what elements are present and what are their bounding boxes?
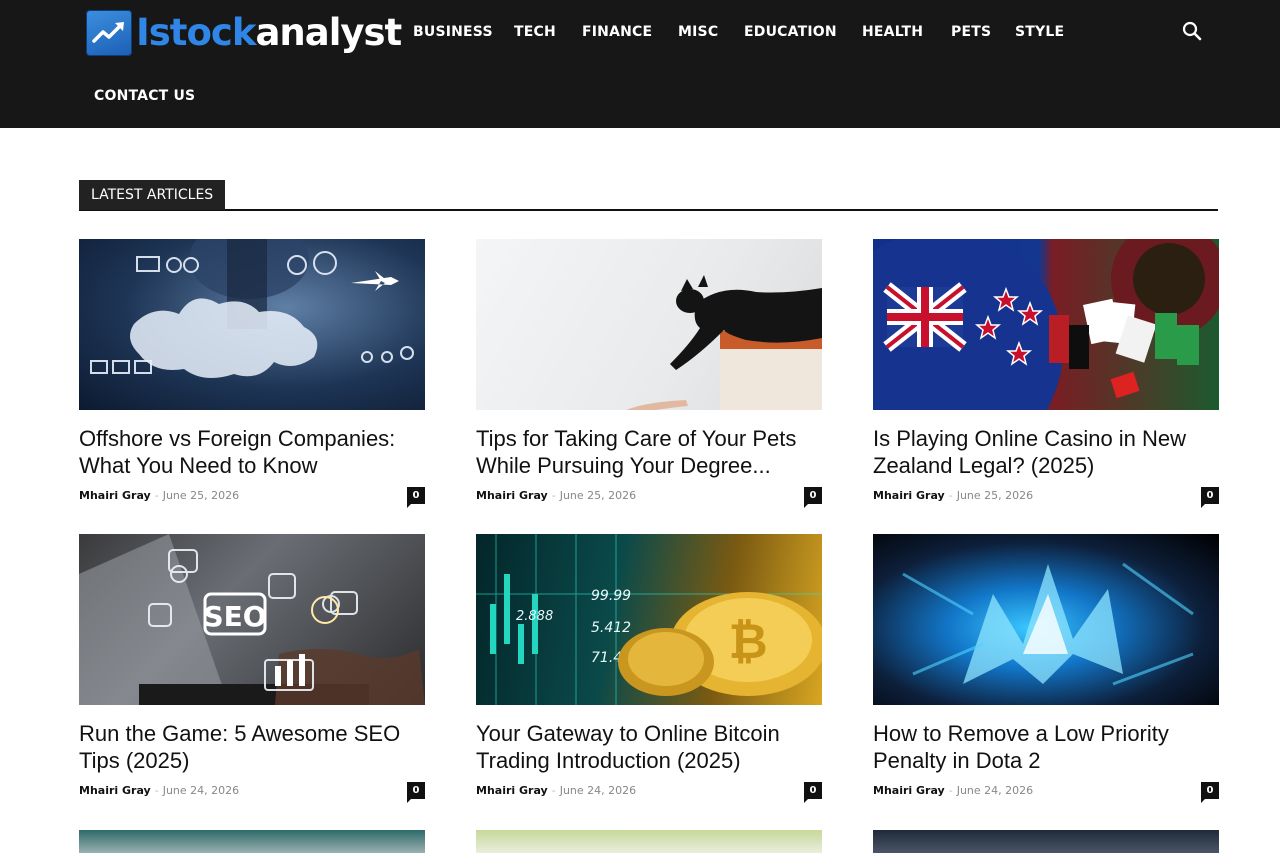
article-thumbnail[interactable]: SEO bbox=[79, 534, 425, 705]
article-thumbnail[interactable] bbox=[79, 830, 425, 853]
article-author[interactable]: Mhairi Gray bbox=[79, 784, 151, 797]
nav-contact-us[interactable]: CONTACT US bbox=[94, 87, 195, 105]
article-card: Is Playing Online Casino in New Zealand … bbox=[873, 239, 1219, 508]
article-thumbnail[interactable] bbox=[79, 239, 425, 410]
article-card: Offshore vs Foreign Companies: What You … bbox=[79, 239, 425, 508]
article-title[interactable]: Your Gateway to Online Bitcoin Trading I… bbox=[476, 720, 822, 774]
latest-articles-header: LATEST ARTICLES bbox=[79, 180, 1218, 211]
article-title[interactable]: Tips for Taking Care of Your Pets While … bbox=[476, 425, 822, 479]
search-icon bbox=[1182, 21, 1202, 41]
meta-separator: - bbox=[551, 489, 556, 502]
nav-pets[interactable]: PETS bbox=[951, 23, 991, 41]
seo-text: SEO bbox=[203, 600, 266, 633]
comment-count[interactable]: 0 bbox=[1201, 487, 1219, 508]
comment-count[interactable]: 0 bbox=[407, 487, 425, 508]
article-thumbnail[interactable] bbox=[476, 239, 822, 410]
meta-separator: - bbox=[948, 489, 953, 502]
section-title: LATEST ARTICLES bbox=[79, 180, 226, 210]
article-meta: Mhairi Gray - June 24, 2026 0 bbox=[476, 781, 822, 803]
comment-count[interactable]: 0 bbox=[407, 782, 425, 803]
ticker-value: 2.888 bbox=[516, 609, 553, 624]
article-thumbnail[interactable] bbox=[476, 830, 822, 853]
ticker-value: 5.412 bbox=[591, 620, 631, 636]
nav-finance[interactable]: FINANCE bbox=[582, 23, 652, 41]
ticker-value: 99.99 bbox=[591, 588, 631, 604]
search-button[interactable] bbox=[1180, 19, 1204, 43]
article-thumbnail[interactable]: 99.99 5.412 71.45 2.888 ₿ bbox=[476, 534, 822, 705]
article-title[interactable]: Offshore vs Foreign Companies: What You … bbox=[79, 425, 425, 479]
nav-style[interactable]: STYLE bbox=[1015, 23, 1064, 41]
article-author[interactable]: Mhairi Gray bbox=[476, 489, 548, 502]
article-meta: Mhairi Gray - June 25, 2026 0 bbox=[873, 486, 1219, 508]
article-date: June 25, 2026 bbox=[162, 489, 240, 502]
article-author[interactable]: Mhairi Gray bbox=[873, 784, 945, 797]
article-date: June 24, 2026 bbox=[559, 784, 637, 797]
article-date: June 25, 2026 bbox=[559, 489, 637, 502]
logo-text-part1: Istock bbox=[136, 11, 256, 54]
article-author[interactable]: Mhairi Gray bbox=[476, 784, 548, 797]
comment-count[interactable]: 0 bbox=[804, 782, 822, 803]
meta-separator: - bbox=[948, 784, 953, 797]
article-meta: Mhairi Gray - June 24, 2026 0 bbox=[873, 781, 1219, 803]
article-author[interactable]: Mhairi Gray bbox=[873, 489, 945, 502]
article-thumbnail[interactable] bbox=[873, 239, 1219, 410]
article-card bbox=[873, 830, 1219, 853]
article-date: June 24, 2026 bbox=[162, 784, 240, 797]
article-meta: Mhairi Gray - June 24, 2026 0 bbox=[79, 781, 425, 803]
comment-count[interactable]: 0 bbox=[804, 487, 822, 508]
meta-separator: - bbox=[551, 784, 556, 797]
article-title[interactable]: How to Remove a Low Priority Penalty in … bbox=[873, 720, 1219, 774]
nav-tech[interactable]: TECH bbox=[514, 23, 556, 41]
comment-count[interactable]: 0 bbox=[1201, 782, 1219, 803]
logo-wordmark: Istockanalyst bbox=[136, 10, 402, 56]
article-date: June 25, 2026 bbox=[956, 489, 1034, 502]
article-card: Tips for Taking Care of Your Pets While … bbox=[476, 239, 822, 508]
article-meta: Mhairi Gray - June 25, 2026 0 bbox=[476, 486, 822, 508]
nav-business[interactable]: BUSINESS bbox=[413, 23, 493, 41]
article-card: How to Remove a Low Priority Penalty in … bbox=[873, 534, 1219, 803]
article-card bbox=[476, 830, 822, 853]
article-title[interactable]: Is Playing Online Casino in New Zealand … bbox=[873, 425, 1219, 479]
article-title[interactable]: Run the Game: 5 Awesome SEO Tips (2025) bbox=[79, 720, 425, 774]
article-card: SEO Run the Game: 5 Awesome SEO Tips (20… bbox=[79, 534, 425, 803]
article-card: 99.99 5.412 71.45 2.888 ₿ Your Gateway t… bbox=[476, 534, 822, 803]
svg-text:₿: ₿ bbox=[728, 614, 767, 670]
article-author[interactable]: Mhairi Gray bbox=[79, 489, 151, 502]
nav-misc[interactable]: MISC bbox=[678, 23, 718, 41]
nav-health[interactable]: HEALTH bbox=[862, 23, 923, 41]
article-meta: Mhairi Gray - June 25, 2026 0 bbox=[79, 486, 425, 508]
article-thumbnail[interactable] bbox=[873, 534, 1219, 705]
nav-education[interactable]: EDUCATION bbox=[744, 23, 837, 41]
logo-text-part2: analyst bbox=[255, 11, 402, 54]
meta-separator: - bbox=[154, 784, 159, 797]
article-thumbnail[interactable] bbox=[873, 830, 1219, 853]
article-date: June 24, 2026 bbox=[956, 784, 1034, 797]
meta-separator: - bbox=[154, 489, 159, 502]
chart-trend-icon bbox=[86, 10, 132, 56]
site-header: Istockanalyst BUSINESS TECH FINANCE MISC… bbox=[0, 0, 1280, 128]
site-logo[interactable]: Istockanalyst bbox=[86, 10, 402, 56]
article-card bbox=[79, 830, 425, 853]
